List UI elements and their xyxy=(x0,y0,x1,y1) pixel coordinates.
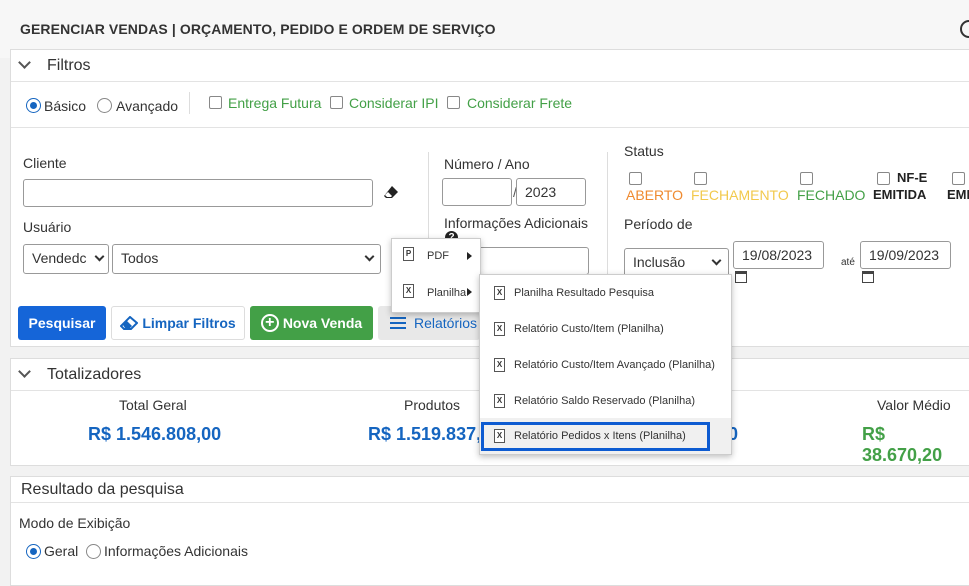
submenu-item-cost-item-advanced[interactable]: Relatório Custo/Item Avançado (Planilha) xyxy=(514,359,715,371)
menu-item-spreadsheet[interactable]: Planilha xyxy=(427,287,466,299)
calendar-icon[interactable] xyxy=(862,271,874,283)
reports-button-label: Relatórios xyxy=(414,315,478,331)
date-from-input[interactable]: 19/08/2023 xyxy=(733,241,824,269)
client-label: Cliente xyxy=(23,155,67,171)
divider xyxy=(11,81,969,82)
period-select-value: Inclusão xyxy=(633,254,686,270)
radio-basic[interactable] xyxy=(26,98,41,113)
radio-general-label: Geral xyxy=(44,543,79,559)
radio-basic-label: Básico xyxy=(44,98,87,114)
excel-file-icon: X xyxy=(494,358,505,372)
menu-item-pdf[interactable]: PDF xyxy=(427,250,449,262)
page-title: GERENCIAR VENDAS | ORÇAMENTO, PEDIDO E O… xyxy=(20,21,496,37)
excel-file-icon: X xyxy=(494,322,505,336)
status-label: Status xyxy=(624,143,664,159)
plus-circle-icon: + xyxy=(260,314,279,332)
excel-file-icon: X xyxy=(494,286,505,300)
divider xyxy=(11,127,969,128)
display-mode-label: Modo de Exibição xyxy=(19,515,131,531)
checkbox-ipi-label: Considerar IPI xyxy=(349,95,439,111)
radio-general[interactable] xyxy=(26,544,41,559)
radio-advanced[interactable] xyxy=(97,98,112,113)
new-sale-button[interactable]: + Nova Venda xyxy=(250,306,373,340)
caret-right-icon xyxy=(467,288,472,296)
additional-info-input[interactable] xyxy=(478,247,589,275)
totals-header[interactable]: Totalizadores xyxy=(47,366,141,384)
total-value: R$ 1.546.808,00 xyxy=(88,424,222,444)
user-label: Usuário xyxy=(23,219,72,235)
pdf-icon: P xyxy=(403,247,414,261)
checkbox-status-fechamento[interactable] xyxy=(694,172,707,185)
number-input[interactable] xyxy=(442,178,512,206)
divider xyxy=(189,92,190,114)
excel-file-icon: X xyxy=(494,429,505,443)
spreadsheet-icon: X xyxy=(403,284,414,298)
checkbox-status-aberto[interactable] xyxy=(629,172,642,185)
pdf-file-icon: P xyxy=(403,247,414,261)
total-label: Total Geral xyxy=(119,397,187,413)
search-button-label: Pesquisar xyxy=(28,315,96,331)
search-button[interactable]: Pesquisar xyxy=(18,306,106,340)
radio-additional-info[interactable] xyxy=(86,544,101,559)
status-aberto-label: ABERTO xyxy=(626,187,684,203)
radio-advanced-label: Avançado xyxy=(116,98,179,114)
checkbox-future-delivery-label: Entrega Futura xyxy=(228,95,322,111)
user-select[interactable]: Todos xyxy=(112,244,381,274)
user-type-select-value: Vendedc xyxy=(32,250,87,266)
until-label: até xyxy=(841,257,855,268)
eraser-icon[interactable] xyxy=(383,184,399,200)
filters-header[interactable]: Filtros xyxy=(47,57,91,75)
checkbox-future-delivery[interactable] xyxy=(209,96,222,109)
year-input[interactable]: 2023 xyxy=(516,178,586,206)
status-fechamento-label: FECHAMENTO xyxy=(691,187,789,203)
user-select-value: Todos xyxy=(121,250,159,266)
status-emi-label: EMI xyxy=(947,187,969,202)
checkbox-ipi[interactable] xyxy=(330,96,343,109)
checkbox-freight[interactable] xyxy=(447,96,460,109)
products-label: Produtos xyxy=(404,397,461,413)
radio-additional-info-label: Informações Adicionais xyxy=(104,543,248,559)
new-sale-button-label: Nova Venda xyxy=(282,315,363,331)
checkbox-freight-label: Considerar Frete xyxy=(467,95,573,111)
products-value: R$ 1.519.837, xyxy=(368,424,482,444)
excel-file-icon: X xyxy=(494,394,505,408)
submenu-item-cost-item[interactable]: Relatório Custo/Item (Planilha) xyxy=(514,323,664,335)
excel-file-icon: X xyxy=(403,284,414,298)
period-label: Período de xyxy=(624,216,693,232)
number-label: Número / Ano xyxy=(444,156,530,172)
hamburger-icon xyxy=(390,314,406,332)
date-to-input[interactable]: 19/09/2023 xyxy=(860,241,951,269)
status-nfe-emitida-label: EMITIDA xyxy=(873,187,927,202)
checkbox-status-emi[interactable] xyxy=(952,172,965,185)
submenu-item-orders-items[interactable]: Relatório Pedidos x Itens (Planilha) xyxy=(514,430,686,442)
calendar-icon[interactable] xyxy=(735,271,747,283)
avg-value: R$ 38.670,20 xyxy=(862,424,943,465)
submenu-item-search-result[interactable]: Planilha Resultado Pesquisa xyxy=(514,287,654,299)
client-input[interactable] xyxy=(23,179,373,207)
status-fechado-label: FECHADO xyxy=(797,187,866,203)
status-nfe-label: NF-E xyxy=(897,170,928,185)
checkbox-status-fechado[interactable] xyxy=(800,172,813,185)
divider xyxy=(607,152,608,282)
checkbox-status-nfe[interactable] xyxy=(877,172,890,185)
results-header: Resultado da pesquisa xyxy=(21,481,184,498)
clear-filters-button-label: Limpar Filtros xyxy=(142,315,236,331)
additional-info-label: Informações Adicionais xyxy=(444,215,588,231)
divider xyxy=(11,502,969,503)
submenu-item-reserved-balance[interactable]: Relatório Saldo Reservado (Planilha) xyxy=(514,395,695,407)
eraser-icon xyxy=(120,316,139,330)
caret-right-icon xyxy=(467,252,472,260)
avg-label: Valor Médio xyxy=(877,397,951,413)
clear-filters-button[interactable]: Limpar Filtros xyxy=(111,306,245,340)
